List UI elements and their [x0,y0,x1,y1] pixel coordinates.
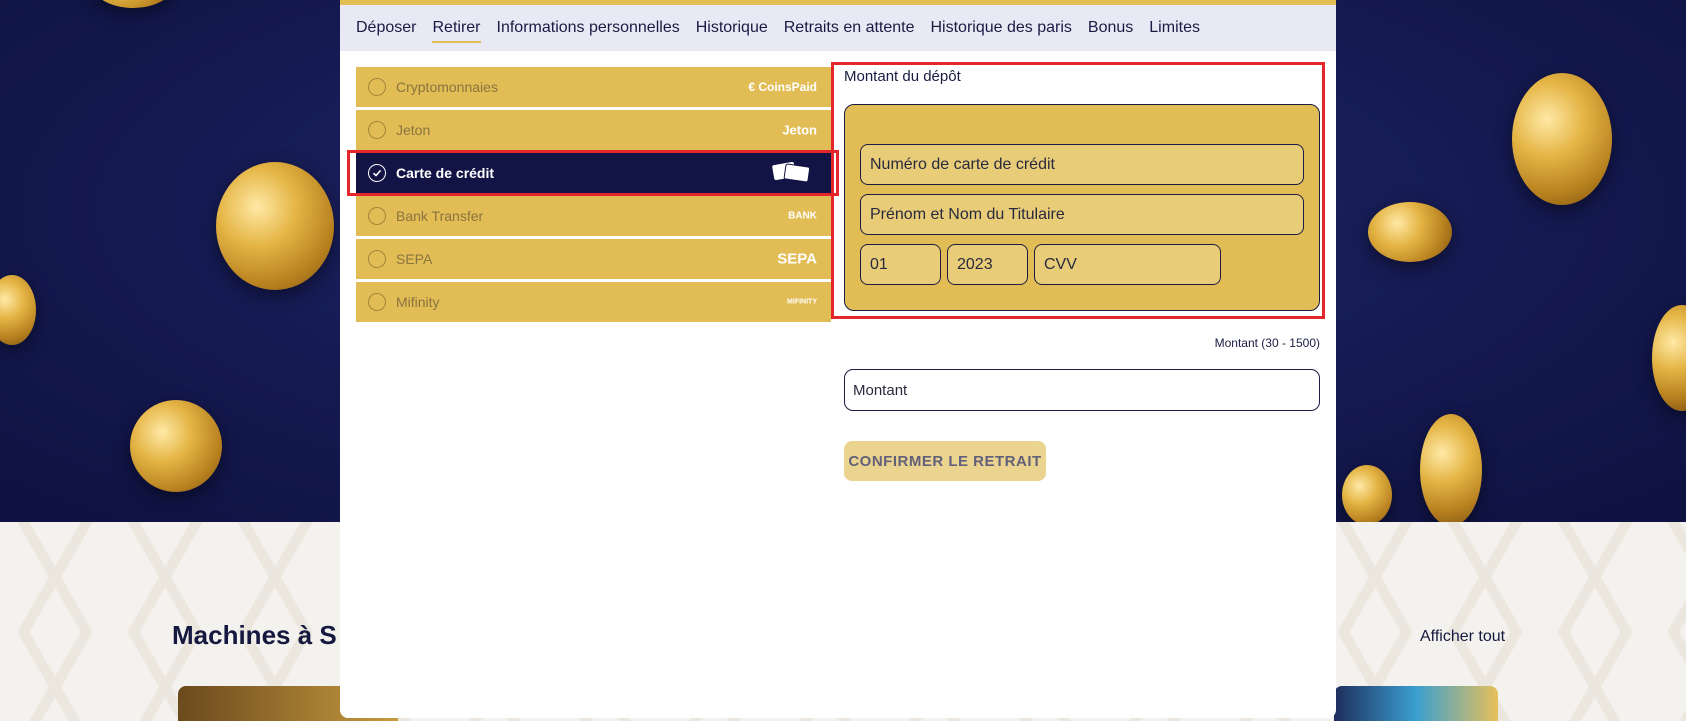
tab-deposit[interactable]: Déposer [356,15,416,41]
method-bank-transfer[interactable]: Bank Transfer BANK [356,196,831,236]
slots-section-title: Machines à S [172,620,337,650]
expiry-year-field[interactable]: 2023 [947,244,1028,285]
cashier-modal: Déposer Retirer Informations personnelle… [340,0,1336,718]
radio-icon [368,121,386,139]
method-credit-card[interactable]: Carte de crédit [356,153,831,193]
amount-limits: Montant (30 - 1500) [1214,336,1320,350]
tab-history[interactable]: Historique [696,15,768,41]
tab-pending-withdrawals[interactable]: Retraits en attente [784,15,915,41]
tab-limits[interactable]: Limites [1149,15,1200,41]
cardholder-name-field[interactable]: Prénom et Nom du Titulaire [860,194,1304,235]
method-crypto[interactable]: Cryptomonnaies € CoinsPaid [356,67,831,107]
coin-decoration [1512,73,1612,205]
visa-card-logo-icon [771,161,811,186]
radio-icon [368,78,386,96]
method-label: Cryptomonnaies [396,79,498,95]
jeton-logo-icon: Jeton [782,122,817,138]
radio-icon [368,250,386,268]
method-label: Mifinity [396,294,440,310]
check-circle-icon [368,164,386,182]
method-label: Bank Transfer [396,208,484,224]
expiry-month-field[interactable]: 01 [860,244,941,285]
payment-methods-list: Cryptomonnaies € CoinsPaid Jeton Jeton C… [356,67,831,325]
confirm-withdrawal-button[interactable]: CONFIRMER LE RETRAIT [844,441,1046,481]
amount-input[interactable]: Montant [844,369,1320,411]
tab-bet-history[interactable]: Historique des paris [931,15,1072,41]
coin-decoration [216,162,334,290]
method-label: Carte de crédit [396,165,495,181]
tab-withdraw[interactable]: Retirer [432,15,481,43]
coin-decoration [1368,202,1452,262]
coinspaid-logo-icon: € CoinsPaid [748,80,817,94]
coin-decoration [0,275,36,345]
form-title: Montant du dépôt [844,68,961,85]
credit-card-panel: Numéro de carte de crédit Prénom et Nom … [844,104,1320,311]
method-jeton[interactable]: Jeton Jeton [356,110,831,150]
cvv-field[interactable]: CVV [1034,244,1221,285]
coin-decoration [1420,414,1482,522]
coin-decoration [1342,465,1392,522]
show-all-link[interactable]: Afficher tout [1420,628,1505,646]
cashier-tabs: Déposer Retirer Informations personnelle… [340,5,1336,51]
radio-icon [368,293,386,311]
card-number-field[interactable]: Numéro de carte de crédit [860,144,1304,185]
game-thumbnail[interactable] [1334,686,1498,721]
tab-bonus[interactable]: Bonus [1088,15,1133,41]
method-label: Jeton [396,122,431,138]
coin-decoration [88,0,178,8]
bank-transfer-logo-icon: BANK [788,210,817,222]
mifinity-logo-icon: MIFINITY [787,298,817,306]
coin-decoration [1652,305,1686,411]
method-mifinity[interactable]: Mifinity MIFINITY [356,282,831,322]
method-label: SEPA [396,251,433,267]
radio-icon [368,207,386,225]
coin-decoration [130,400,222,492]
tab-personal-info[interactable]: Informations personnelles [497,15,680,41]
method-sepa[interactable]: SEPA SEPA [356,239,831,279]
sepa-logo-icon: SEPA [777,250,817,268]
